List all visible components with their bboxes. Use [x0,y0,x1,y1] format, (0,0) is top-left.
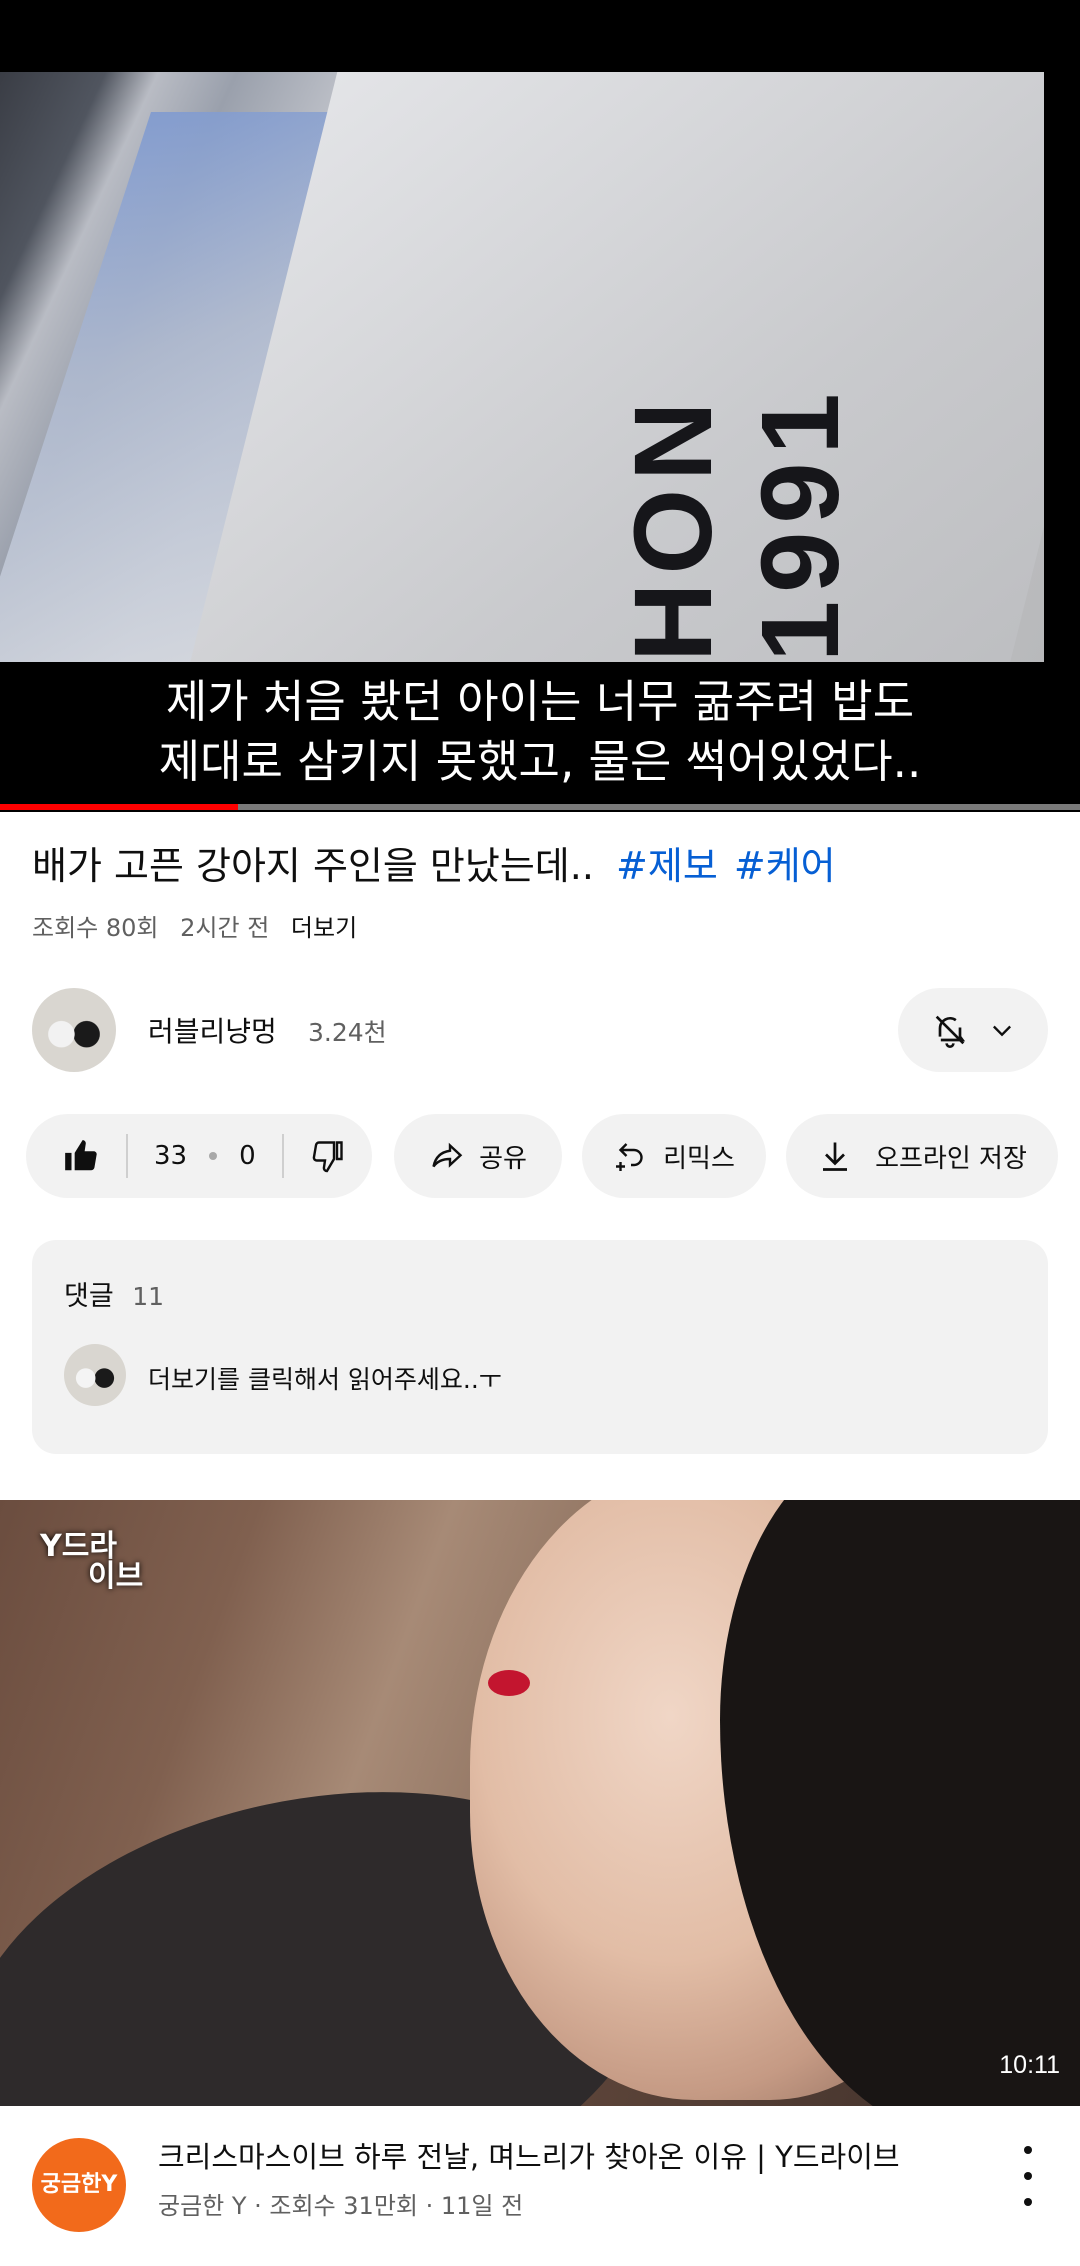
channel-avatar-text: 궁금한Y [40,2172,118,2197]
kebab-dot [1024,2172,1032,2180]
video-progress-bar[interactable] [0,804,1080,810]
view-count: 조회수 80회 [32,914,159,942]
video-subtitle: 제가 처음 봤던 아이는 너무 굶주려 밥도 제대로 삼키지 못했고, 물은 썩… [0,672,1080,792]
recommended-video-meta: 궁금한 Y · 조회수 31만회 · 11일 전 [158,2192,524,2220]
chevron-down-icon [993,1025,1011,1037]
remix-icon [616,1143,643,1171]
share-label: 공유 [479,1143,527,1174]
share-button[interactable]: 공유 [394,1114,562,1198]
thumbnail-logo-line-2: 이브 [88,1559,144,1594]
comments-label: 댓글 [64,1281,114,1312]
recommended-video-info[interactable]: 궁금한Y 크리스마스이브 하루 전날, 며느리가 찾아온 이유 | Y드라이브 … [0,2106,1080,2266]
remix-button[interactable]: 리믹스 [582,1114,766,1198]
video-title[interactable]: 배가 고픈 강아지 주인을 만났는데.. #제보 #케어 [32,840,1052,892]
divider [281,1134,284,1178]
video-meta[interactable]: 조회수 80회 2시간 전 더보기 [32,908,371,943]
like-count[interactable]: 33 [154,1141,187,1171]
comments-count: 11 [132,1282,165,1311]
kebab-dot [1024,2198,1032,2206]
comments-header: 댓글 11 [64,1274,164,1313]
commenter-avatar [64,1344,126,1406]
thumbnail-logo: Y드라 이브 [40,1532,164,1596]
video-duration: 10:11 [999,2051,1060,2079]
remix-label: 리믹스 [663,1143,735,1174]
kebab-dot [1024,2146,1032,2154]
download-icon [823,1142,848,1171]
action-bar: 33 0 공유 리믹스 오프라인 저장 [26,1114,1076,1198]
share-icon [432,1142,463,1168]
like-icon[interactable] [62,1137,100,1175]
video-frame: HON 1991 [0,72,1044,662]
hashtag-link[interactable]: #케어 [734,844,836,888]
video-printed-text: HON 1991 [612,385,862,662]
thumbnail-logo-line-1: Y드라 [40,1529,117,1564]
subscription-bell-button[interactable] [898,988,1048,1072]
recommended-video-title[interactable]: 크리스마스이브 하루 전날, 며느리가 찾아온 이유 | Y드라이브 [158,2134,958,2176]
video-player[interactable]: HON 1991 제가 처음 봤던 아이는 너무 굶주려 밥도 제대로 삼키지 … [0,0,1080,812]
channel-name[interactable]: 러블리냥멍 [148,1010,277,1050]
hashtag-link[interactable]: #제보 [616,844,718,888]
bell-off-icon [935,1015,966,1048]
video-details: 배가 고픈 강아지 주인을 만났는데.. #제보 #케어 조회수 80회 2시간… [0,812,1080,1500]
dislike-icon[interactable] [310,1138,346,1174]
video-progress-fill [0,804,238,810]
offline-save-label: 오프라인 저장 [875,1143,1027,1174]
offline-save-button[interactable]: 오프라인 저장 [786,1114,1058,1198]
dislike-count[interactable]: 0 [239,1141,256,1171]
like-dislike-group: 33 0 [26,1114,372,1198]
divider [126,1134,128,1178]
comments-panel[interactable]: 댓글 11 더보기를 클릭해서 읽어주세요..ㅜ [32,1240,1048,1454]
separator-dot [209,1152,218,1160]
recommended-channel-avatar[interactable]: 궁금한Y [32,2138,126,2232]
thumbnail-scene [488,1670,530,1696]
channel-row[interactable]: 러블리냥멍 3.24천 [32,988,1048,1072]
video-title-text: 배가 고픈 강아지 주인을 만났는데.. [32,844,594,888]
more-link[interactable]: 더보기 [291,914,357,942]
subtitle-line-2: 제대로 삼키지 못했고, 물은 썩어있었다.. [158,735,922,788]
top-comment-text: 더보기를 클릭해서 읽어주세요..ㅜ [148,1365,502,1394]
subtitle-line-1: 제가 처음 봤던 아이는 너무 굶주려 밥도 [165,675,915,728]
upload-age: 2시간 전 [180,914,270,942]
recommended-video-thumbnail[interactable]: Y드라 이브 10:11 [0,1500,1080,2106]
subscriber-count: 3.24천 [308,1018,387,1047]
channel-avatar[interactable] [32,988,116,1072]
more-options-icon[interactable] [1016,2146,1040,2206]
